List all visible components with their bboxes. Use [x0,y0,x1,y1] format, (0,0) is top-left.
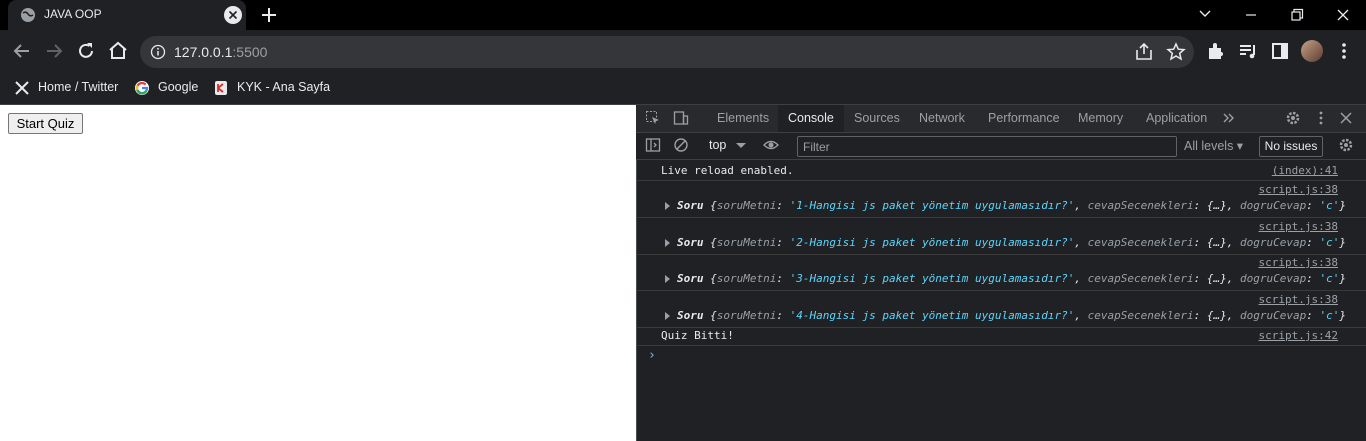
reload-icon[interactable] [74,39,98,63]
context-dropdown-icon[interactable] [733,138,749,154]
tab-search-chevron-icon[interactable] [1182,0,1228,30]
close-devtools-icon[interactable] [1338,110,1354,126]
side-panel-icon[interactable] [1268,39,1292,63]
forward-arrow-icon[interactable] [42,39,66,63]
console-prompt-icon[interactable]: › [648,348,656,363]
minimize-icon[interactable] [1228,0,1274,30]
expand-triangle-icon[interactable] [665,202,670,210]
log-source-link[interactable]: script.js:38 [1259,293,1338,306]
tab-close-icon[interactable] [224,6,242,24]
browser-tab[interactable]: JAVA OOP [8,0,246,30]
tab-sources[interactable]: Sources [844,105,910,132]
expand-triangle-icon[interactable] [665,312,670,320]
inspect-element-icon[interactable] [645,110,661,126]
restore-icon[interactable] [1274,0,1320,30]
tab-elements[interactable]: Elements [707,105,779,132]
kyk-icon [215,80,227,95]
tab-network[interactable]: Network [909,105,975,132]
log-source-link[interactable]: script.js:38 [1259,183,1338,196]
address-bar[interactable]: 127.0.0.1:5500 [140,36,1194,68]
close-window-icon[interactable] [1320,0,1366,30]
share-icon[interactable] [1132,40,1156,64]
log-source-link[interactable]: script.js:42 [1259,329,1338,342]
new-tab-plus-icon[interactable] [258,4,280,26]
site-info-icon[interactable] [150,44,166,60]
more-tabs-chevron-icon[interactable] [1221,110,1237,126]
console-log-row[interactable]: script.js:38 Soru {soruMetni: '4-Hangisi… [637,291,1366,328]
log-levels-dropdown[interactable]: All levels ▾ [1184,138,1243,153]
device-toolbar-icon[interactable] [673,110,689,126]
home-icon[interactable] [106,39,130,63]
tab-application[interactable]: Application [1136,105,1217,132]
page-viewport [0,105,636,441]
issues-button[interactable]: No issues [1259,136,1323,157]
extensions-puzzle-icon[interactable] [1204,39,1228,63]
context-selector[interactable]: top [709,138,726,152]
expand-triangle-icon[interactable] [665,275,670,283]
globe-icon [21,8,35,22]
back-arrow-icon[interactable] [10,39,34,63]
log-source-link[interactable]: script.js:38 [1259,220,1338,233]
start-quiz-button[interactable]: Start Quiz [8,113,83,134]
media-queue-icon[interactable] [1236,39,1260,63]
more-menu-icon[interactable] [1332,39,1356,63]
expand-triangle-icon[interactable] [665,239,670,247]
console-log-row[interactable]: script.js:38 Soru {soruMetni: '1-Hangisi… [637,181,1366,218]
tab-memory[interactable]: Memory [1068,105,1133,132]
bookmark-kyk[interactable]: KYK - Ana Sayfa [213,78,330,96]
log-source-link[interactable]: (index):41 [1272,164,1338,177]
console-log-row[interactable]: script.js:38 Soru {soruMetni: '3-Hangisi… [637,254,1366,291]
console-settings-gear-icon[interactable] [1338,137,1354,153]
profile-avatar[interactable] [1301,40,1323,62]
tab-title: JAVA OOP [44,7,102,21]
google-icon [135,80,149,95]
bookmark-twitter[interactable]: Home / Twitter [14,78,118,96]
sidebar-toggle-icon[interactable] [645,137,661,153]
tab-performance[interactable]: Performance [978,105,1070,132]
soru-object-preview: Soru {soruMetni: '4-Hangisi js paket yön… [677,309,1346,322]
console-log-row: Live reload enabled. (index):41 [637,160,1366,181]
x-logo-icon [15,80,29,95]
bookmark-google[interactable]: Google [134,78,198,96]
soru-object-preview: Soru {soruMetni: '3-Hangisi js paket yön… [677,272,1346,285]
log-source-link[interactable]: script.js:38 [1259,256,1338,269]
console-log-row: Quiz Bitti! script.js:42 [637,327,1366,346]
bookmarks-bar [0,72,1366,105]
soru-object-preview: Soru {soruMetni: '1-Hangisi js paket yön… [677,199,1346,212]
console-filter-input[interactable]: Filter [797,136,1177,157]
devtools-menu-icon[interactable] [1313,110,1329,126]
console-log-row[interactable]: script.js:38 Soru {soruMetni: '2-Hangisi… [637,218,1366,255]
live-expression-eye-icon[interactable] [763,137,779,153]
settings-gear-icon[interactable] [1285,110,1301,126]
bookmark-star-icon[interactable] [1164,40,1188,64]
url-text: 127.0.0.1:5500 [174,44,268,60]
clear-console-icon[interactable] [673,137,689,153]
soru-object-preview: Soru {soruMetni: '2-Hangisi js paket yön… [677,236,1346,249]
tab-console[interactable]: Console [778,105,844,132]
